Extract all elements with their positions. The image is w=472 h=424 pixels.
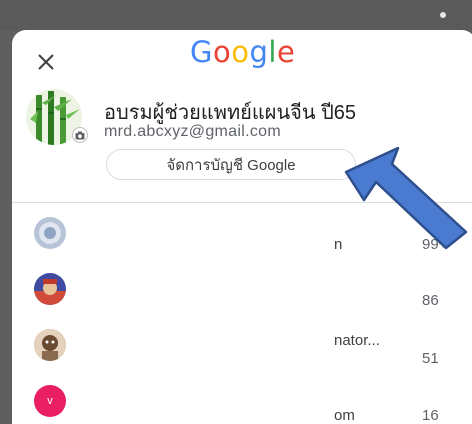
avatar: v <box>34 385 66 417</box>
status-bar <box>0 0 472 30</box>
account-list-item[interactable]: 86 <box>12 261 472 317</box>
camera-icon[interactable] <box>72 127 88 143</box>
avatar <box>34 273 66 305</box>
logo-letter: G <box>190 35 213 69</box>
unread-count: 16 <box>422 407 439 424</box>
google-logo: Google <box>190 38 295 67</box>
account-list-item-name: om <box>334 407 355 424</box>
account-email: mrd.abcxyz@gmail.com <box>104 123 281 140</box>
account-list-item-name: nator... <box>334 332 380 349</box>
unread-count: 51 <box>422 350 439 367</box>
logo-letter: g <box>249 35 269 69</box>
logo-letter: o <box>231 35 250 69</box>
status-indicator-icon <box>440 12 446 18</box>
screen: Google อบรมผู้ช่วยแพทย์แผนจีน ปี65 mrd.a… <box>0 0 472 424</box>
account-list-item[interactable]: nator... 51 <box>12 317 472 373</box>
account-list-item[interactable]: v om 16 <box>12 373 472 424</box>
unread-count: 86 <box>422 292 439 309</box>
avatar <box>34 329 66 361</box>
close-icon <box>38 54 54 70</box>
logo-letter: e <box>276 35 296 69</box>
annotation-arrow-icon <box>344 146 468 250</box>
logo-letter: l <box>268 35 277 69</box>
logo-letter: o <box>212 35 232 69</box>
manage-google-account-button[interactable]: จัดการบัญชี Google <box>106 149 356 180</box>
close-button[interactable] <box>30 46 62 78</box>
avatar <box>34 217 66 249</box>
